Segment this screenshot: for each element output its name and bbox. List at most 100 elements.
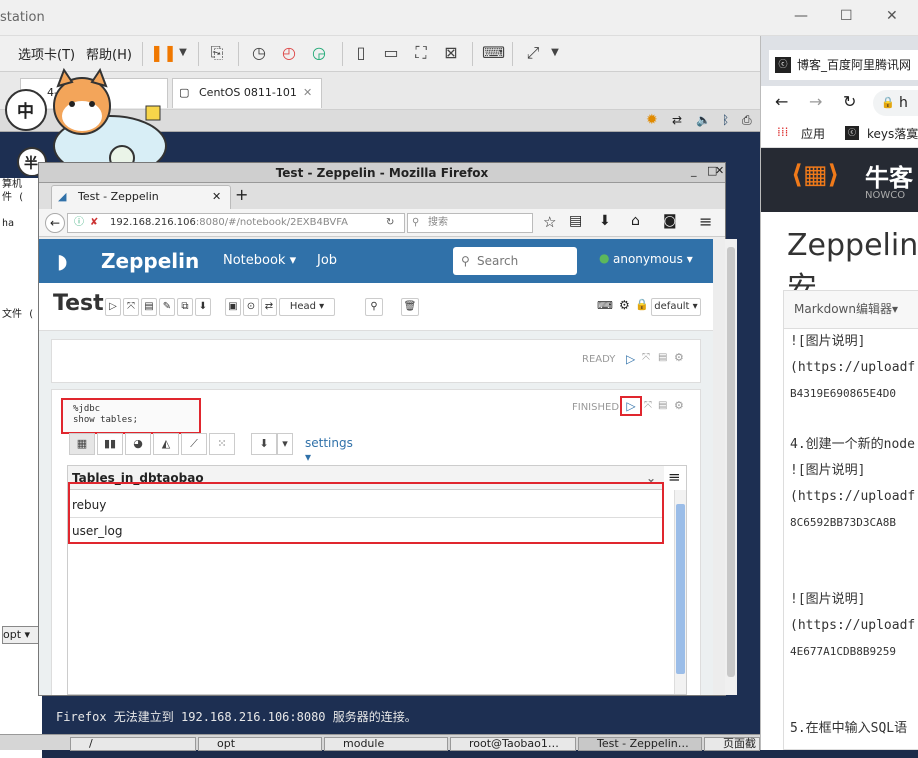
terminal-icon[interactable]: ⌨: [482, 42, 505, 64]
job-link[interactable]: Job: [317, 253, 337, 268]
run-all-icon[interactable]: ▷: [105, 298, 121, 316]
bluetooth-icon[interactable]: ᛒ: [722, 113, 729, 127]
search-icon[interactable]: ⚲: [365, 298, 383, 316]
reload-icon[interactable]: ↻: [843, 92, 856, 111]
bookmarks-list-icon[interactable]: ▤: [569, 213, 582, 229]
unity-icon[interactable]: ⊠: [440, 42, 462, 64]
head-select[interactable]: Head ▾: [279, 298, 335, 316]
reload-icon[interactable]: ↻: [386, 214, 394, 232]
info-icon[interactable]: ⓘ: [74, 214, 84, 232]
send-keys-icon[interactable]: ⎘: [206, 42, 228, 64]
keyboard-icon[interactable]: ⌨: [597, 299, 613, 312]
omnibox[interactable]: 🔒 h: [873, 90, 918, 116]
fullscreen-icon[interactable]: ⛶: [410, 42, 432, 64]
line-chart-icon[interactable]: ⟋: [181, 433, 207, 455]
zeppelin-search-input[interactable]: ⚲ Search: [453, 247, 577, 275]
taskbar-item[interactable]: 页面截: [704, 737, 760, 751]
pie-chart-icon[interactable]: ◕: [125, 433, 151, 455]
export-icon[interactable]: ⬇: [195, 298, 211, 316]
close-icon[interactable]: ✕: [212, 186, 221, 208]
console-view-icon[interactable]: ▭: [380, 42, 402, 64]
minimize-icon[interactable]: —: [794, 8, 808, 24]
version-icon[interactable]: ▣: [225, 298, 241, 316]
network-icon[interactable]: ⇄: [672, 113, 682, 127]
taskbar-item[interactable]: opt: [198, 737, 322, 751]
bookmark-keys[interactable]: keys落寞: [867, 125, 918, 142]
zeppelin-logo-icon[interactable]: ◗: [57, 249, 68, 273]
printer-icon[interactable]: ⎙: [742, 113, 752, 128]
home-icon[interactable]: ⌂: [631, 213, 640, 229]
snapshot-manager-icon[interactable]: ◶: [308, 42, 330, 64]
close-icon[interactable]: ✕: [715, 164, 724, 177]
lock-icon[interactable]: 🔒: [635, 298, 649, 311]
notebook-menu[interactable]: Notebook ▾: [223, 253, 296, 268]
chevron-down-icon[interactable]: ▾: [277, 433, 293, 455]
bar-chart-icon[interactable]: ▮▮: [97, 433, 123, 455]
paragraph-empty[interactable]: READY ▷ ⤧ ▤ ⚙: [51, 339, 701, 383]
back-icon[interactable]: ←: [775, 92, 788, 111]
sidebar-view-icon[interactable]: ▯: [350, 42, 372, 64]
minimize-icon[interactable]: _: [691, 164, 697, 177]
compare-icon[interactable]: ⇄: [261, 298, 277, 316]
chevron-down-icon[interactable]: ▼: [544, 42, 566, 64]
scroll-thumb[interactable]: [727, 247, 735, 677]
gear-icon[interactable]: ⚙: [674, 351, 684, 364]
run-paragraph-icon[interactable]: ▷: [626, 352, 635, 366]
markdown-editor[interactable]: ![图片说明] (https://uploadf B4319E690865E4D…: [783, 328, 918, 750]
gear-icon[interactable]: ⚙: [674, 399, 684, 412]
trash-icon[interactable]: 🗑: [401, 298, 419, 316]
vm-tab-centos[interactable]: ▢ CentOS 0811-101 ✕: [172, 78, 322, 108]
commit-icon[interactable]: ⊙: [243, 298, 259, 316]
zeppelin-brand[interactable]: Zeppelin: [101, 249, 199, 273]
page-scrollbar[interactable]: [725, 239, 737, 695]
scatter-chart-icon[interactable]: ⁙: [209, 433, 235, 455]
close-icon[interactable]: ✕: [886, 8, 898, 24]
menu-tabs[interactable]: 选项卡(T): [18, 44, 75, 63]
pocket-icon[interactable]: ◙: [663, 213, 677, 229]
chevron-down-icon[interactable]: ▼: [172, 42, 194, 64]
taskbar-item-active[interactable]: Test - Zeppelin…: [578, 737, 702, 751]
taskbar-item[interactable]: /: [70, 737, 196, 751]
expand-icon[interactable]: ⤧: [644, 400, 652, 411]
toggle-output-icon[interactable]: ▤: [141, 298, 157, 316]
forward-icon[interactable]: →: [809, 92, 822, 111]
close-icon[interactable]: ✕: [303, 79, 312, 107]
apps-grid-icon[interactable]: ⁞⁞⁞: [777, 125, 788, 139]
opt-dropdown[interactable]: opt ▾: [2, 626, 40, 644]
snapshot-icon[interactable]: ◷: [248, 42, 270, 64]
back-icon[interactable]: ←: [45, 213, 65, 233]
stretch-icon[interactable]: ⤢: [522, 42, 544, 64]
toggle-output-icon[interactable]: ▤: [658, 400, 667, 411]
toggle-output-icon[interactable]: ▤: [658, 352, 667, 363]
hamburger-menu-icon[interactable]: ≡: [699, 212, 712, 231]
menu-help[interactable]: 帮助(H): [86, 44, 132, 63]
table-scrollbar[interactable]: [674, 490, 686, 694]
revert-snapshot-icon[interactable]: ◴: [278, 42, 300, 64]
taskbar-item[interactable]: module: [324, 737, 448, 751]
clear-output-icon[interactable]: ✎: [159, 298, 175, 316]
run-paragraph-icon[interactable]: ▷: [620, 396, 642, 416]
chrome-tab[interactable]: ⓒ 博客_百度阿里腾讯网: [769, 50, 918, 80]
download-icon[interactable]: ⬇: [251, 433, 277, 455]
bookmark-star-icon[interactable]: ☆: [543, 213, 556, 231]
maximize-icon[interactable]: ☐: [840, 8, 853, 24]
browser-tab[interactable]: ◢ Test - Zeppelin ✕: [51, 185, 231, 209]
address-bar[interactable]: ⓘ ✘ 192.168.216.106:8080/#/notebook/2EXB…: [67, 213, 405, 233]
column-menu-icon[interactable]: ≡: [668, 468, 681, 486]
browser-search-field[interactable]: ⚲ 搜索: [407, 213, 533, 233]
notebook-title[interactable]: Test: [53, 291, 104, 316]
pause-icon[interactable]: ❚❚: [150, 42, 177, 64]
table-view-icon[interactable]: ▦: [69, 433, 95, 455]
bookmark-apps[interactable]: 应用: [801, 125, 825, 142]
user-menu[interactable]: anonymous ▾: [613, 252, 693, 266]
interpreter-select[interactable]: default ▾: [651, 298, 701, 316]
new-tab-icon[interactable]: +: [235, 185, 248, 204]
expand-icon[interactable]: ⤧: [642, 352, 650, 363]
area-chart-icon[interactable]: ◭: [153, 433, 179, 455]
download-icon[interactable]: ⬇: [599, 213, 611, 229]
gear-icon[interactable]: ⚙: [619, 298, 630, 312]
clone-icon[interactable]: ⧉: [177, 298, 193, 316]
scroll-thumb[interactable]: [676, 504, 685, 674]
settings-toggle[interactable]: settings ▾: [305, 436, 353, 464]
code-editor[interactable]: %jdbc show tables;: [61, 398, 201, 434]
